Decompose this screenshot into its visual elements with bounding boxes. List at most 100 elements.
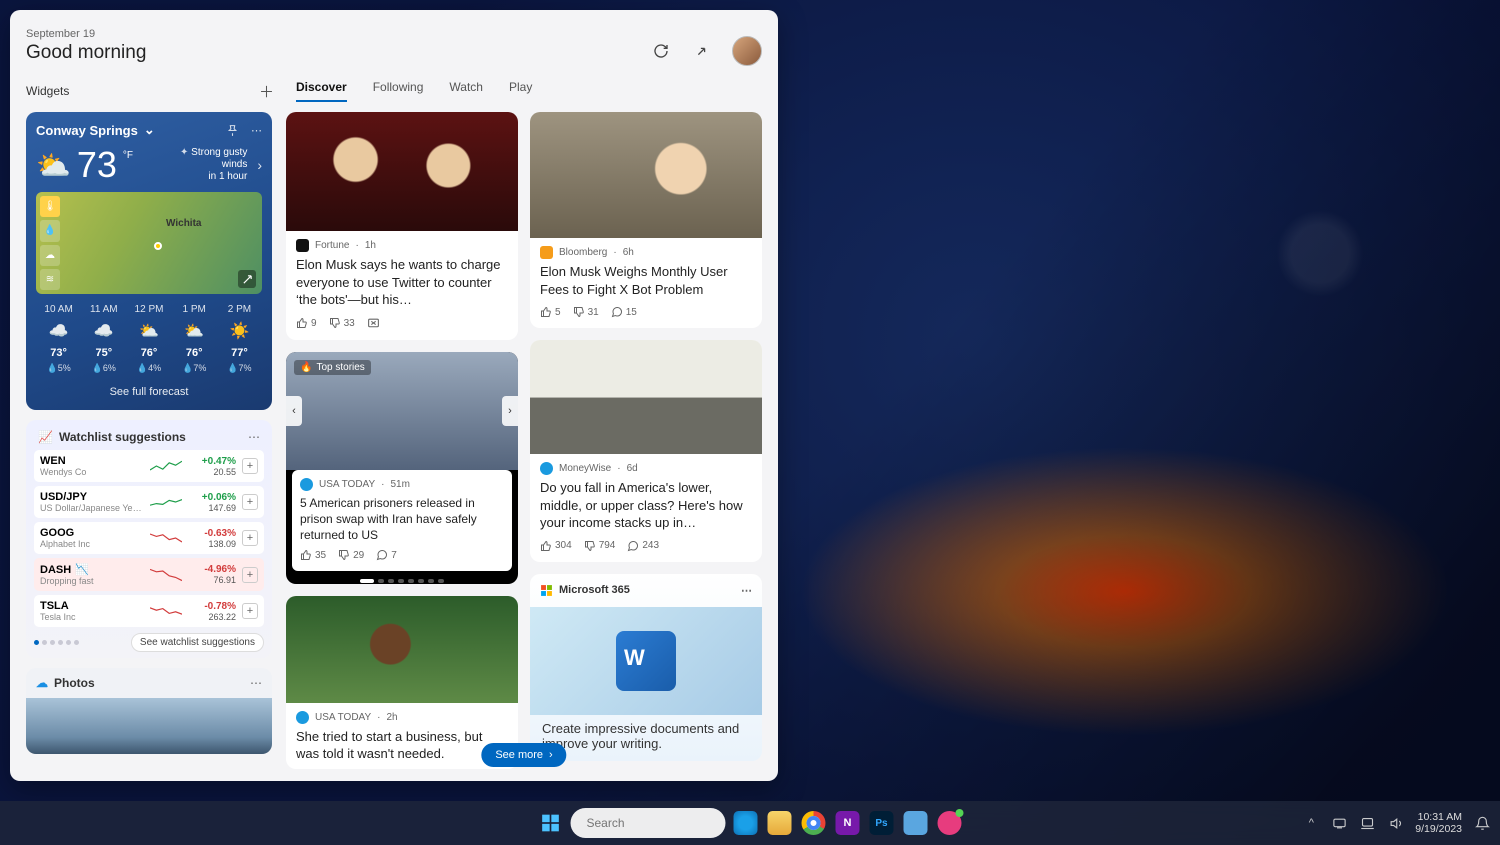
stock-row[interactable]: WENWendys Co +0.47%20.55 + xyxy=(34,450,264,482)
top-stories-badge: 🔥Top stories xyxy=(294,360,371,375)
chevron-down-icon: ⌄ xyxy=(144,122,155,138)
comments-button[interactable]: 7 xyxy=(376,549,397,561)
stock-row[interactable]: TSLATesla Inc -0.78%263.22 + xyxy=(34,595,264,627)
map-city-label: Wichita xyxy=(166,218,201,229)
like-button[interactable]: 35 xyxy=(300,549,326,561)
more-icon[interactable]: ⋯ xyxy=(248,430,260,444)
tray-network-icon[interactable] xyxy=(1359,815,1375,831)
add-stock-button[interactable]: + xyxy=(242,494,258,510)
news-image xyxy=(286,596,518,703)
weather-widget[interactable]: Conway Springs ⌄ ⋯ ⛅ 73 °F ✦ St xyxy=(26,112,272,410)
expand-icon[interactable] xyxy=(692,42,710,60)
dismiss-button[interactable] xyxy=(367,317,380,330)
chevron-right-icon[interactable]: › xyxy=(257,157,262,173)
top-stories-card[interactable]: 🔥Top stories ‹ › USA TODAY · 51m 5 Ameri… xyxy=(286,352,518,584)
news-card[interactable]: MoneyWise · 6d Do you fall in America's … xyxy=(530,340,762,562)
stock-row[interactable]: DASH 📉Dropping fast -4.96%76.91 + xyxy=(34,558,264,591)
forecast-hour[interactable]: 10 AM☁️73°💧5% xyxy=(36,304,81,374)
add-stock-button[interactable]: + xyxy=(242,567,258,583)
story-pagination[interactable] xyxy=(286,571,518,584)
weather-location[interactable]: Conway Springs ⌄ xyxy=(36,122,155,138)
tray-language-icon[interactable] xyxy=(1331,815,1347,831)
forecast-hour[interactable]: 2 PM☀️77°💧7% xyxy=(217,304,262,374)
dislike-button[interactable]: 33 xyxy=(329,317,355,329)
see-watchlist-button[interactable]: See watchlist suggestions xyxy=(131,633,264,652)
taskbar-chrome[interactable] xyxy=(800,809,828,837)
map-layer-wind-icon[interactable]: ≋ xyxy=(40,269,60,290)
news-card[interactable]: Fortune · 1h Elon Musk says he wants to … xyxy=(286,112,518,340)
hourly-forecast: 10 AM☁️73°💧5% 11 AM☁️75°💧6% 12 PM⛅76°💧4%… xyxy=(36,304,262,374)
news-card[interactable]: Bloomberg · 6h Elon Musk Weighs Monthly … xyxy=(530,112,762,328)
map-expand-icon[interactable] xyxy=(238,270,256,288)
map-layer-temp-icon[interactable]: 🌡 xyxy=(40,196,60,217)
sparkline-icon xyxy=(150,601,182,621)
see-more-button[interactable]: See more› xyxy=(481,743,566,767)
panel-greeting: Good morning xyxy=(26,42,146,64)
more-icon[interactable]: ⋯ xyxy=(250,676,262,690)
forecast-hour[interactable]: 1 PM⛅76°💧7% xyxy=(172,304,217,374)
add-widget-button[interactable]: ＋ xyxy=(259,81,274,102)
more-icon[interactable]: ⋯ xyxy=(251,124,262,137)
weather-map[interactable]: 🌡 💧 ☁ ≋ Wichita xyxy=(36,192,262,294)
taskbar-wamp[interactable] xyxy=(936,809,964,837)
onedrive-icon: ☁ xyxy=(36,676,48,690)
fire-icon: 🔥 xyxy=(300,362,312,373)
prev-story-button[interactable]: ‹ xyxy=(286,396,302,426)
more-icon[interactable]: ⋯ xyxy=(741,584,752,597)
taskbar: N Ps ^ 10:31 AM 9/19/2023 xyxy=(0,801,1500,845)
map-layer-cloud-icon[interactable]: ☁ xyxy=(40,245,60,266)
like-button[interactable]: 304 xyxy=(540,540,572,552)
dislike-button[interactable]: 31 xyxy=(573,306,599,318)
source-icon xyxy=(540,462,553,475)
tray-volume-icon[interactable] xyxy=(1387,815,1403,831)
news-card[interactable]: USA TODAY · 2h She tried to start a busi… xyxy=(286,596,518,769)
tab-following[interactable]: Following xyxy=(373,80,424,102)
widgets-panel: September 19 Good morning Widgets ＋ Disc… xyxy=(10,10,778,781)
photos-widget[interactable]: ☁Photos ⋯ xyxy=(26,668,272,754)
pin-icon[interactable] xyxy=(226,124,239,137)
source-icon xyxy=(296,239,309,252)
see-full-forecast-link[interactable]: See full forecast xyxy=(36,386,262,398)
photos-thumbnail xyxy=(26,698,272,754)
taskbar-notepad[interactable] xyxy=(902,809,930,837)
taskbar-file-explorer[interactable] xyxy=(766,809,794,837)
pagination-dots[interactable] xyxy=(34,640,79,645)
comments-button[interactable]: 243 xyxy=(627,540,659,552)
weather-condition: ✦ Strong gusty windsin 1 hour xyxy=(157,147,247,183)
forecast-hour[interactable]: 12 PM⛅76°💧4% xyxy=(126,304,171,374)
news-headline: 5 American prisoners released in prison … xyxy=(300,495,504,544)
tab-discover[interactable]: Discover xyxy=(296,80,347,102)
tray-notifications-icon[interactable] xyxy=(1474,815,1490,831)
taskbar-onenote[interactable]: N xyxy=(834,809,862,837)
m365-card[interactable]: Microsoft 365 ⋯ Create impressive docume… xyxy=(530,574,762,761)
dislike-button[interactable]: 794 xyxy=(584,540,616,552)
news-image: 🔥Top stories ‹ › xyxy=(286,352,518,470)
like-button[interactable]: 5 xyxy=(540,306,561,318)
source-icon xyxy=(296,711,309,724)
search-input[interactable] xyxy=(587,816,742,830)
word-icon xyxy=(616,631,676,691)
forecast-hour[interactable]: 11 AM☁️75°💧6% xyxy=(81,304,126,374)
comments-button[interactable]: 15 xyxy=(611,306,637,318)
taskbar-photoshop[interactable]: Ps xyxy=(868,809,896,837)
taskbar-clock[interactable]: 10:31 AM 9/19/2023 xyxy=(1415,811,1462,835)
add-stock-button[interactable]: + xyxy=(242,458,258,474)
like-button[interactable]: 9 xyxy=(296,317,317,329)
start-button[interactable] xyxy=(537,809,565,837)
stock-row[interactable]: USD/JPYUS Dollar/Japanese Yen FX … +0.06… xyxy=(34,486,264,518)
map-layer-precip-icon[interactable]: 💧 xyxy=(40,220,60,241)
add-stock-button[interactable]: + xyxy=(242,530,258,546)
taskbar-search[interactable] xyxy=(571,808,726,838)
next-story-button[interactable]: › xyxy=(502,396,518,426)
tab-play[interactable]: Play xyxy=(509,80,532,102)
add-stock-button[interactable]: + xyxy=(242,603,258,619)
stock-row[interactable]: GOOGAlphabet Inc -0.63%138.09 + xyxy=(34,522,264,554)
taskbar-bing[interactable] xyxy=(732,809,760,837)
tab-watch[interactable]: Watch xyxy=(449,80,483,102)
watchlist-icon: 📈 xyxy=(38,430,53,444)
refresh-icon[interactable] xyxy=(652,42,670,60)
m365-image xyxy=(530,607,762,715)
user-avatar[interactable] xyxy=(732,36,762,66)
dislike-button[interactable]: 29 xyxy=(338,549,364,561)
tray-chevron-icon[interactable]: ^ xyxy=(1303,815,1319,831)
